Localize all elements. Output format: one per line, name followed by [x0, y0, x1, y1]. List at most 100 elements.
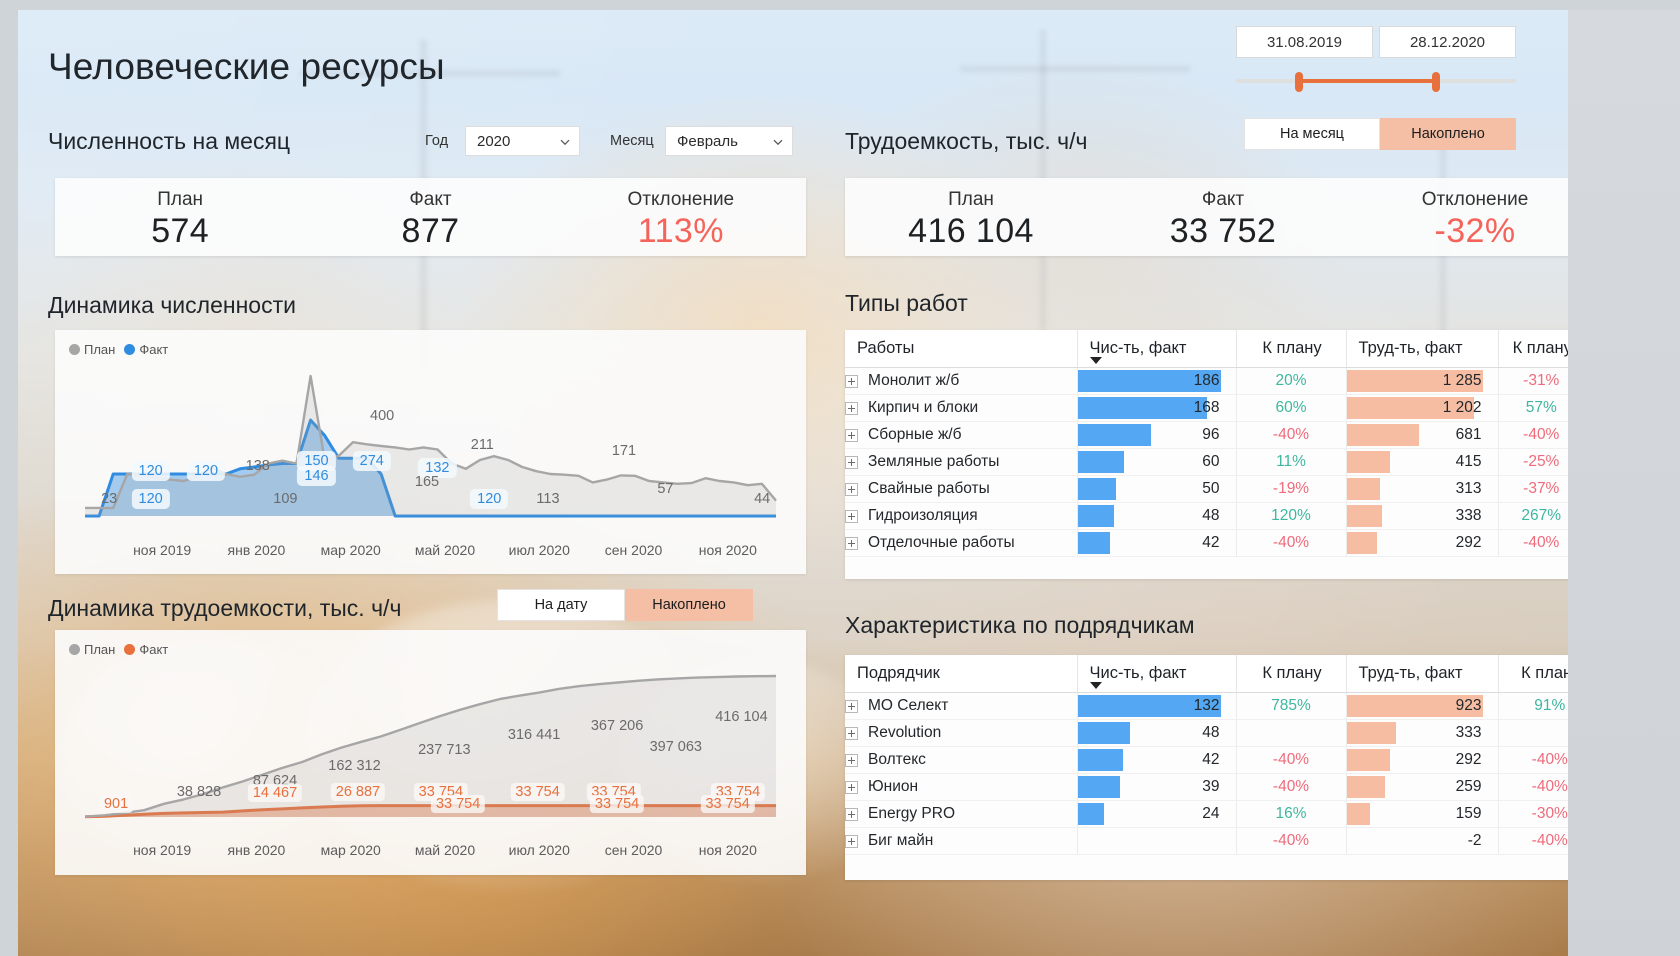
works-col-headcount-pct[interactable]: К плану [1236, 330, 1347, 368]
x-axis-tick-label: май 2020 [414, 542, 476, 558]
expand-row-icon[interactable] [845, 753, 858, 767]
table-row[interactable]: Монолит ж/б 186 20% 1 285 -31% [845, 367, 1584, 395]
chevron-down-icon [559, 135, 571, 147]
headcount-value: 60 [1202, 453, 1220, 470]
expand-row-icon[interactable] [845, 401, 858, 415]
toggle-by-date[interactable]: На дату [497, 589, 625, 621]
expand-row-icon[interactable] [845, 509, 858, 523]
expand-row-icon[interactable] [845, 834, 858, 848]
expand-row-icon[interactable] [845, 428, 858, 442]
expand-row-icon[interactable] [845, 536, 858, 550]
table-row[interactable]: Юнион 39 -40% 259 -40% [845, 773, 1601, 801]
row-labor-cell: 292 [1346, 529, 1499, 557]
table-row[interactable]: Земляные работы 60 11% 415 -25% [845, 448, 1584, 476]
headcount-kpi-plan: План 574 [55, 178, 305, 251]
row-name-label: МО Селект [868, 697, 949, 714]
works-col-labor[interactable]: Труд-ть, факт [1346, 330, 1499, 368]
table-row[interactable]: Свайные работы 50 -19% 313 -37% [845, 475, 1584, 503]
row-headcount-pct-cell: -40% [1236, 529, 1347, 557]
row-headcount-pct-cell: 11% [1236, 448, 1347, 476]
row-name-label: Свайные работы [868, 480, 990, 497]
row-headcount-cell: 42 [1077, 529, 1237, 557]
expand-row-icon[interactable] [845, 374, 858, 388]
slider-selected-range [1297, 79, 1438, 83]
labor-value: -2 [1467, 832, 1482, 849]
date-to-field[interactable]: 28.12.2020 [1379, 26, 1516, 58]
expand-row-icon[interactable] [845, 699, 858, 713]
table-row[interactable]: Energy PRO 24 16% 159 -30% [845, 800, 1601, 828]
sort-descending-icon [1089, 357, 1102, 364]
table-row[interactable]: МО Селект 132 785% 923 91% [845, 692, 1601, 720]
row-name-cell[interactable]: Биг майн [845, 827, 1078, 855]
headcount-value: 24 [1202, 805, 1220, 822]
labor-chart-toggle-group[interactable]: На дату Накоплено [497, 589, 753, 621]
date-from-field[interactable]: 31.08.2019 [1236, 26, 1373, 58]
row-labor-cell: 313 [1346, 475, 1499, 503]
chart-data-label: 138 [245, 457, 270, 474]
row-labor-cell: 338 [1346, 502, 1499, 530]
contractors-col-name[interactable]: Подрядчик [845, 655, 1078, 693]
chart-data-label: 211 [470, 437, 494, 454]
row-name-cell[interactable]: Revolution [845, 719, 1078, 747]
row-name-cell[interactable]: МО Селект [845, 692, 1078, 720]
expand-row-icon[interactable] [845, 726, 858, 740]
slider-handle-left[interactable] [1294, 72, 1303, 92]
date-range-filter[interactable]: 31.08.2019 28.12.2020 [1236, 26, 1516, 92]
contractors-col-labor[interactable]: Труд-ть, факт [1346, 655, 1499, 693]
row-name-cell[interactable]: Отделочные работы [845, 529, 1078, 557]
toggle-cumulative-chart[interactable]: Накоплено [625, 589, 753, 621]
labor-value: 159 [1455, 805, 1482, 822]
labor-period-toggle-group[interactable]: На месяц Накоплено [1244, 118, 1516, 150]
chart-data-label: 33 754 [430, 794, 486, 813]
kpi-deviation-value: 113% [637, 212, 724, 250]
table-row[interactable]: Кирпич и блоки 168 60% 1 202 57% [845, 394, 1584, 422]
row-headcount-pct-cell: -40% [1236, 746, 1347, 774]
x-axis-tick-label: июл 2020 [508, 842, 570, 858]
kpi-fact-caption: Факт [1201, 189, 1245, 210]
expand-row-icon[interactable] [845, 455, 858, 469]
table-row[interactable]: Биг майн -40% -2 -40% [845, 827, 1601, 855]
date-range-slider[interactable] [1236, 72, 1516, 92]
row-name-cell[interactable]: Кирпич и блоки [845, 394, 1078, 422]
row-name-cell[interactable]: Волтекс [845, 746, 1078, 774]
labor-value: 338 [1455, 507, 1482, 524]
headcount-dynamics-chart: План Факт 23 120 120 120 138 109 150 146 400 274 1… [55, 330, 806, 574]
chart-data-label: 416 104 [715, 708, 768, 725]
row-name-label: Юнион [868, 778, 919, 795]
row-name-cell[interactable]: Сборные ж/б [845, 421, 1078, 449]
table-row[interactable]: Волтекс 42 -40% 292 -40% [845, 746, 1601, 774]
contractors-col-headcount[interactable]: Чис-ть, факт [1077, 655, 1237, 693]
expand-row-icon[interactable] [845, 780, 858, 794]
row-name-label: Земляные работы [868, 453, 1000, 470]
slider-handle-right[interactable] [1432, 72, 1440, 92]
row-name-cell[interactable]: Юнион [845, 773, 1078, 801]
year-select[interactable]: 2020 [465, 126, 580, 156]
month-select[interactable]: Февраль [665, 126, 793, 156]
x-axis-tick-label: ноя 2020 [698, 842, 757, 858]
chart-data-label: 44 [754, 491, 771, 508]
row-labor-cell: 923 [1346, 692, 1499, 720]
contractors-col-headcount-pct[interactable]: К плану [1236, 655, 1347, 693]
labor-value: 259 [1455, 778, 1482, 795]
expand-row-icon[interactable] [845, 482, 858, 496]
expand-row-icon[interactable] [845, 807, 858, 821]
row-name-cell[interactable]: Земляные работы [845, 448, 1078, 476]
row-name-cell[interactable]: Монолит ж/б [845, 367, 1078, 395]
row-headcount-pct-cell: -40% [1236, 827, 1347, 855]
row-name-cell[interactable]: Energy PRO [845, 800, 1078, 828]
labor-value: 415 [1455, 453, 1482, 470]
works-col-headcount[interactable]: Чис-ть, факт [1077, 330, 1237, 368]
toggle-per-month[interactable]: На месяц [1244, 118, 1380, 150]
x-axis-tick-label: май 2020 [414, 842, 476, 858]
works-table-grid: Работы Чис-ть, факт К плану Труд-ть, фак… [845, 330, 1584, 557]
table-row[interactable]: Сборные ж/б 96 -40% 681 -40% [845, 421, 1584, 449]
works-col-name[interactable]: Работы [845, 330, 1078, 368]
row-name-cell[interactable]: Свайные работы [845, 475, 1078, 503]
table-row[interactable]: Отделочные работы 42 -40% 292 -40% [845, 529, 1584, 557]
row-headcount-pct-cell: 785% [1236, 692, 1347, 720]
x-axis-tick-label: мар 2020 [320, 842, 381, 858]
row-name-cell[interactable]: Гидроизоляция [845, 502, 1078, 530]
table-row[interactable]: Revolution 48 333 [845, 719, 1601, 747]
toggle-cumulative[interactable]: Накоплено [1380, 118, 1516, 150]
table-row[interactable]: Гидроизоляция 48 120% 338 267% [845, 502, 1584, 530]
